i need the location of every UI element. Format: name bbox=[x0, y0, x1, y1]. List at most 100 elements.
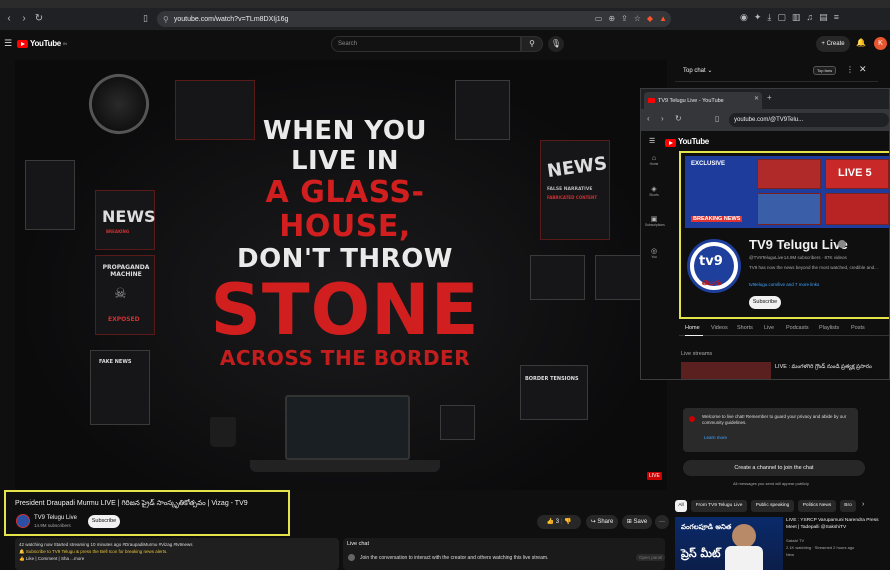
sidebar-item-subscriptions[interactable]: ▣ Subscriptions bbox=[645, 215, 665, 227]
notifications-bell-icon[interactable]: 🔔 bbox=[856, 38, 866, 47]
channel-name[interactable]: TV9 Telugu Live bbox=[34, 515, 77, 521]
filter-chip-all[interactable]: All bbox=[675, 500, 687, 512]
like-icon[interactable]: 👍 bbox=[547, 519, 554, 525]
country-code: IN bbox=[62, 41, 67, 46]
zoom-icon[interactable]: ⊕ bbox=[608, 14, 615, 23]
fabricated-text: FABRICATED CONTENT bbox=[547, 195, 598, 200]
sidebar-item-you[interactable]: ◎ You bbox=[645, 247, 663, 259]
search-button[interactable]: ⚲ bbox=[521, 36, 543, 52]
top-fans-badge[interactable]: Top fans bbox=[813, 66, 837, 75]
youtube-favicon-icon bbox=[648, 98, 655, 103]
filter-chip-channel[interactable]: From TV9 Telugu Live bbox=[691, 500, 747, 512]
puzzle-icon[interactable]: ✦ bbox=[754, 12, 762, 23]
tab-shorts[interactable]: Shorts bbox=[737, 325, 753, 331]
top-chat-dropdown[interactable]: Top chat ⌄ bbox=[683, 67, 712, 74]
tab-search-icon[interactable]: ▤ bbox=[819, 12, 828, 23]
speaker-face-image bbox=[732, 524, 756, 548]
video-description[interactable]: 42 watching now Started streaming 10 min… bbox=[15, 538, 339, 570]
dislike-icon[interactable]: 👎 bbox=[564, 519, 571, 525]
filter-chip-more[interactable]: Bro bbox=[840, 500, 856, 512]
hamburger-menu-icon[interactable]: ☰ bbox=[4, 38, 12, 49]
voice-search-button[interactable]: 🎙 bbox=[548, 36, 564, 52]
reload-icon[interactable]: ↻ bbox=[675, 114, 682, 123]
tab-playlists[interactable]: Playlists bbox=[819, 325, 839, 331]
channel-title: TV9 Telugu Live bbox=[749, 237, 848, 252]
bookmark-icon[interactable]: ▯ bbox=[715, 114, 719, 123]
reload-icon[interactable]: ↻ bbox=[33, 8, 45, 30]
brave-rewards-icon[interactable]: ▲ bbox=[659, 14, 667, 23]
youtube-logo[interactable]: YouTube IN bbox=[17, 39, 67, 48]
create-button[interactable]: + Create bbox=[816, 36, 850, 52]
share-icon[interactable]: ⇪ bbox=[621, 14, 628, 23]
recommended-video-title[interactable]: LIVE : YSRCP Varupamuni Narendra Press M… bbox=[786, 518, 886, 531]
address-bar[interactable]: ⚲ youtube.com/watch?v=TLm8DXIj16g ▭ ⊕ ⇪ … bbox=[157, 11, 671, 27]
channel-avatar[interactable] bbox=[16, 514, 30, 528]
learn-more-link[interactable]: Learn more bbox=[704, 435, 727, 440]
wallet-icon[interactable]: ▢ bbox=[777, 12, 786, 23]
star-icon[interactable]: ☆ bbox=[634, 14, 641, 23]
menu-icon[interactable]: ≡ bbox=[834, 12, 839, 23]
chevron-right-icon[interactable]: › bbox=[862, 501, 864, 508]
live-badge: LIVE bbox=[647, 472, 662, 480]
site-info-icon[interactable]: ⚲ bbox=[163, 15, 169, 24]
tab-videos[interactable]: Videos bbox=[711, 325, 728, 331]
back-icon[interactable]: ‹ bbox=[647, 114, 650, 123]
bookmark-icon[interactable]: ▯ bbox=[143, 13, 148, 24]
filter-chip-public-speaking[interactable]: Public speaking bbox=[751, 500, 794, 512]
channel-links[interactable]: tv9telugu.com/live and 7 more links bbox=[749, 282, 819, 287]
popup-tab[interactable]: TV9 Telugu Live - YouTube ✕ bbox=[644, 92, 762, 109]
speaker-body-image bbox=[725, 546, 763, 570]
live-stream-title[interactable]: LIVE : మంగళగిరి గ్రౌండ్ నుండి ప్రత్యక్ష … bbox=[775, 363, 889, 371]
chat-options-icon[interactable]: ⋮ bbox=[846, 65, 854, 74]
chat-public-note: All messages you send will appear public… bbox=[733, 481, 809, 486]
video-player[interactable]: NEWS BREAKING PROPAGANDA MACHINE ☠ EXPOS… bbox=[15, 60, 667, 490]
forward-icon[interactable]: › bbox=[661, 114, 664, 123]
youtube-wordmark[interactable]: YouTube bbox=[678, 137, 709, 146]
forward-icon[interactable]: › bbox=[18, 8, 30, 30]
popup-browser-window: TV9 Telugu Live - YouTube ✕ + ‹ › ↻ ▯ yo… bbox=[640, 88, 890, 380]
sidebar-icon[interactable]: ▥ bbox=[792, 12, 801, 23]
channel-logo[interactable]: tv9 తెలుగు bbox=[687, 239, 741, 293]
extension-icons: ◉ ✦ ⤓ ▢ ▥ ♫ ▤ ≡ bbox=[740, 12, 839, 23]
more-actions-button[interactable]: ··· bbox=[655, 515, 669, 529]
recommended-video-channel[interactable]: Sakshi TV bbox=[786, 538, 804, 543]
chat-close-icon[interactable]: ✕ bbox=[859, 64, 867, 75]
subscribe-button[interactable]: Subscribe bbox=[88, 515, 120, 528]
popup-address-bar[interactable]: youtube.com/@TV9Telu... bbox=[729, 113, 889, 127]
sidebar-item-home[interactable]: ⌂ Home bbox=[645, 155, 663, 166]
tab-live[interactable]: Live bbox=[764, 325, 774, 331]
youtube-play-icon[interactable] bbox=[665, 139, 676, 147]
banner-exclusive-text: EXCLUSIVE bbox=[691, 161, 726, 167]
hamburger-menu-icon[interactable]: ☰ bbox=[649, 137, 655, 145]
music-icon[interactable]: ♫ bbox=[806, 12, 813, 23]
download-icon[interactable]: ⤓ bbox=[767, 12, 771, 23]
new-tab-icon[interactable]: + bbox=[767, 93, 772, 102]
recommended-video-thumbnail[interactable]: వంగలపూడి అనిత ప్రెస్ మీట్ bbox=[675, 517, 783, 570]
share-button[interactable]: ↪ Share bbox=[586, 515, 618, 529]
tab-podcasts[interactable]: Podcasts bbox=[786, 325, 809, 331]
url-text[interactable]: youtube.com/watch?v=TLm8DXIj16g bbox=[174, 16, 289, 23]
extension-icon[interactable]: ◉ bbox=[740, 12, 748, 23]
coffee-mug-image bbox=[210, 417, 236, 447]
live-stream-thumbnail[interactable] bbox=[681, 362, 771, 379]
brave-shield-icon[interactable]: ◆ bbox=[647, 14, 653, 23]
news-screen-right: NEWS FALSE NARRATIVE FABRICATED CONTENT bbox=[540, 140, 610, 240]
channel-description[interactable]: TV9 has now the news beyond the most wat… bbox=[749, 265, 889, 271]
tab-posts[interactable]: Posts bbox=[851, 325, 865, 331]
save-button[interactable]: ⊞ Save bbox=[622, 515, 652, 529]
create-channel-button[interactable]: Create a channel to join the chat bbox=[683, 460, 865, 476]
search-input[interactable]: Search bbox=[331, 36, 521, 52]
share-arrow-icon: ↪ bbox=[590, 519, 596, 525]
account-avatar[interactable]: K bbox=[874, 37, 887, 50]
close-tab-icon[interactable]: ✕ bbox=[754, 95, 759, 102]
like-count[interactable]: 3 bbox=[556, 519, 559, 525]
create-label: Create bbox=[826, 41, 845, 47]
popup-subscribe-button[interactable]: Subscribe bbox=[749, 296, 781, 309]
open-panel-button[interactable]: Open panel bbox=[636, 554, 666, 561]
filter-chip-politics[interactable]: Politics News bbox=[798, 500, 836, 512]
back-icon[interactable]: ‹ bbox=[3, 8, 15, 30]
thumbnail-headline: WHEN YOU LIVE IN A GLASS-HOUSE, DON'T TH… bbox=[200, 116, 490, 370]
cast-icon[interactable]: ▭ bbox=[595, 14, 603, 23]
tab-home[interactable]: Home bbox=[685, 325, 700, 331]
sidebar-item-shorts[interactable]: ◈ Shorts bbox=[645, 185, 663, 197]
